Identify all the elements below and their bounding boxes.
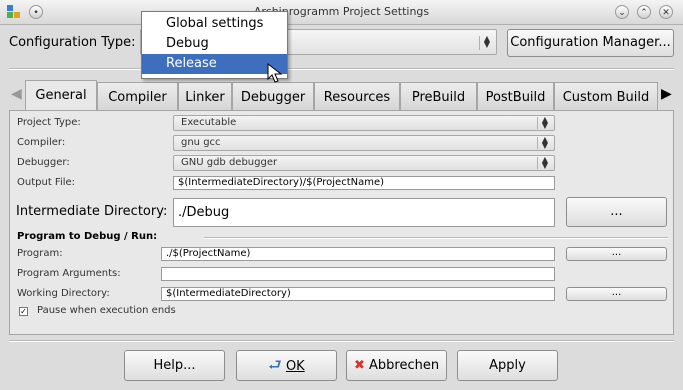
program-label: Program: xyxy=(17,248,63,259)
tab-compiler[interactable]: Compiler xyxy=(97,82,178,110)
dropdown-option-release[interactable]: Release xyxy=(142,54,287,74)
intermediate-directory-browse-button[interactable]: ... xyxy=(566,197,667,227)
combo-arrows-icon: ▲ ▼ xyxy=(537,136,552,150)
debugger-combo[interactable]: GNU gdb debugger ▲ ▼ xyxy=(173,155,555,171)
combo-arrows-icon: ▲ ▼ xyxy=(537,116,552,130)
apply-button[interactable]: Apply xyxy=(457,350,558,381)
dropdown-option-global[interactable]: Global settings xyxy=(142,14,287,34)
pause-checkbox[interactable]: ✓ xyxy=(19,307,28,316)
help-button[interactable]: Help... xyxy=(124,350,225,381)
compiler-value: gnu gcc xyxy=(181,137,221,148)
ok-arrow-icon: ⮐ xyxy=(268,356,282,374)
intermediate-directory-field[interactable]: ./Debug xyxy=(173,198,555,227)
maximize-button[interactable]: ⌃ xyxy=(637,5,651,19)
working-directory-field[interactable]: $(IntermediateDirectory) xyxy=(161,287,555,301)
compiler-combo[interactable]: gnu gcc ▲ ▼ xyxy=(173,135,555,151)
program-section-title: Program to Debug / Run: xyxy=(17,231,158,242)
tab-general[interactable]: General xyxy=(25,80,97,111)
window-menu-button[interactable]: • xyxy=(29,5,43,19)
tab-linker[interactable]: Linker xyxy=(178,82,232,110)
configuration-manager-button[interactable]: Configuration Manager... xyxy=(507,29,674,57)
project-type-combo[interactable]: Executable ▲ ▼ xyxy=(173,115,555,131)
config-type-dropdown: Global settings Debug Release xyxy=(141,11,288,79)
tab-resources[interactable]: Resources xyxy=(314,82,400,110)
tab-custom-build[interactable]: Custom Build xyxy=(554,82,658,110)
output-file-label: Output File: xyxy=(17,177,76,188)
window-title: Archiprogramm Project Settings xyxy=(253,5,430,18)
program-arguments-field[interactable] xyxy=(161,267,555,281)
tab-scroll-right-icon[interactable]: ▶ xyxy=(661,86,672,102)
cancel-label: Abbrechen xyxy=(368,358,440,373)
pause-checkbox-label: Pause when execution ends xyxy=(37,305,176,316)
intermediate-directory-label: Intermediate Directory: xyxy=(16,204,168,219)
program-arguments-label: Program Arguments: xyxy=(17,268,121,279)
program-field[interactable]: ./$(ProjectName) xyxy=(161,247,555,261)
minimize-button[interactable]: ⌄ xyxy=(615,5,629,19)
working-directory-label: Working Directory: xyxy=(17,288,110,299)
combo-arrows-icon: ▲ ▼ xyxy=(537,156,552,170)
bottom-separator xyxy=(9,340,674,342)
tab-scroll-left-icon[interactable]: ◀ xyxy=(11,86,22,102)
tab-prebuild[interactable]: PreBuild xyxy=(400,82,477,110)
section-separator xyxy=(204,237,668,239)
separator xyxy=(9,68,674,70)
ok-button[interactable]: ⮐ OK xyxy=(236,350,337,381)
app-icon xyxy=(6,4,22,20)
config-type-label: Configuration Type: xyxy=(9,35,136,50)
debugger-value: GNU gdb debugger xyxy=(181,157,278,168)
project-type-value: Executable xyxy=(181,117,237,128)
program-browse-button[interactable]: ... xyxy=(566,247,667,261)
combo-arrows-icon: ▲ ▼ xyxy=(479,35,494,50)
project-type-label: Project Type: xyxy=(17,117,81,128)
debugger-label: Debugger: xyxy=(17,157,70,168)
dropdown-option-debug[interactable]: Debug xyxy=(142,34,287,54)
ok-label: OK xyxy=(285,359,305,374)
working-directory-browse-button[interactable]: ... xyxy=(566,287,667,301)
cancel-button[interactable]: ✖ Abbrechen xyxy=(346,350,447,381)
tab-postbuild[interactable]: PostBuild xyxy=(477,82,554,110)
cancel-x-icon: ✖ xyxy=(353,358,365,373)
compiler-label: Compiler: xyxy=(17,137,66,148)
mouse-cursor-icon xyxy=(267,62,283,89)
close-button[interactable]: ✕ xyxy=(659,5,673,19)
output-file-field[interactable]: $(IntermediateDirectory)/$(ProjectName) xyxy=(173,176,555,190)
